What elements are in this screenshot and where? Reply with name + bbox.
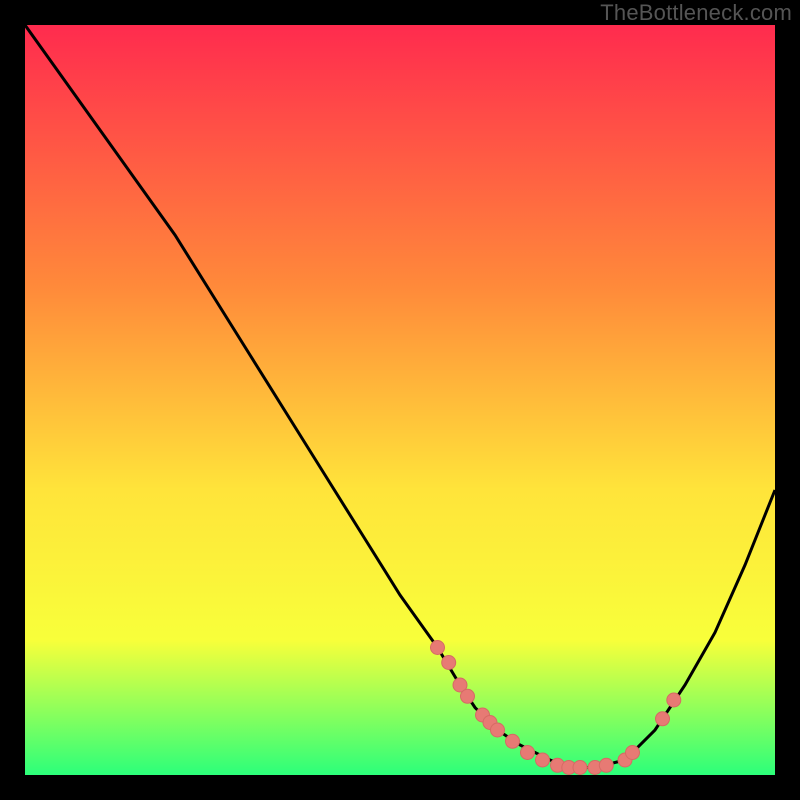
gradient-background <box>25 25 775 775</box>
data-marker <box>442 656 456 670</box>
data-marker <box>536 753 550 767</box>
data-marker <box>491 723 505 737</box>
chart-frame: TheBottleneck.com <box>0 0 800 800</box>
data-marker <box>599 758 613 772</box>
data-marker <box>521 746 535 760</box>
data-marker <box>573 761 587 775</box>
chart-svg <box>25 25 775 775</box>
data-marker <box>656 712 670 726</box>
data-marker <box>667 693 681 707</box>
plot-area <box>25 25 775 775</box>
data-marker <box>461 689 475 703</box>
watermark-text: TheBottleneck.com <box>600 0 792 26</box>
data-marker <box>626 746 640 760</box>
data-marker <box>431 641 445 655</box>
data-marker <box>506 734 520 748</box>
